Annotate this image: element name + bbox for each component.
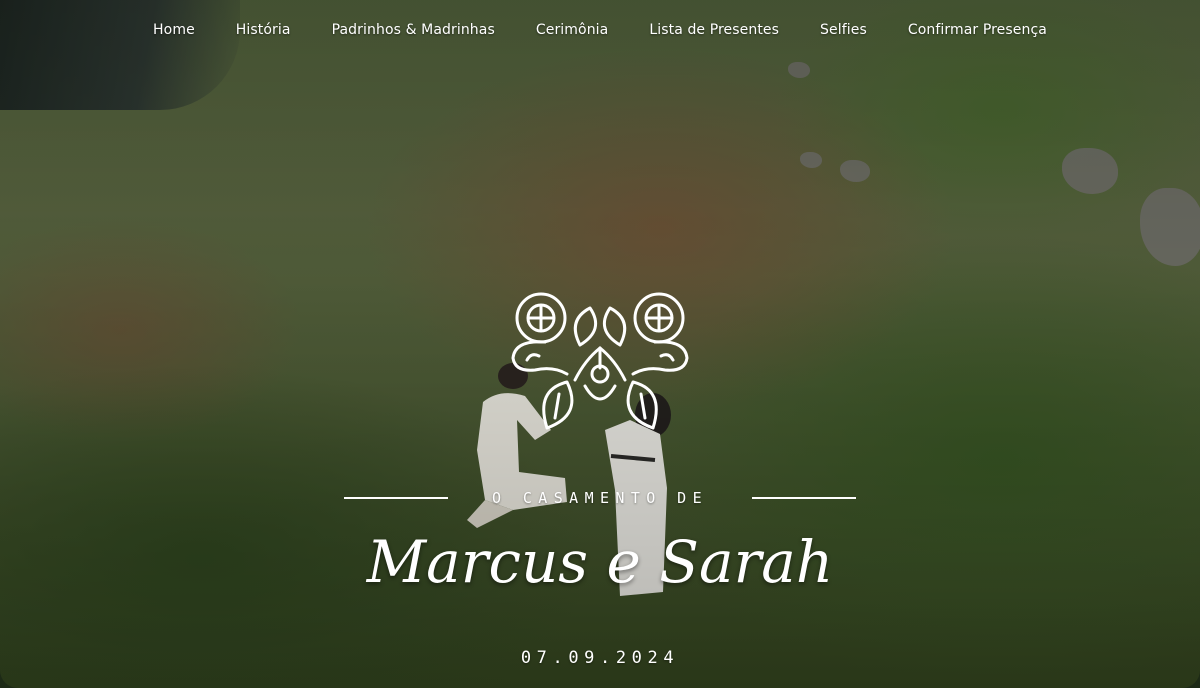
subtitle-row: O CASAMENTO DE (344, 487, 856, 509)
divider-right (752, 497, 856, 499)
nav-lista-presentes[interactable]: Lista de Presentes (649, 22, 779, 38)
nav-selfies[interactable]: Selfies (820, 22, 867, 38)
nav-confirmar-presenca[interactable]: Confirmar Presença (908, 22, 1047, 38)
divider-left (344, 497, 448, 499)
couple-names: Marcus e Sarah (366, 528, 834, 596)
nav-home[interactable]: Home (153, 22, 195, 38)
wedding-subtitle: O CASAMENTO DE (491, 489, 709, 507)
nav-cerimonia[interactable]: Cerimônia (536, 22, 608, 38)
hero-section: Home História Padrinhos & Madrinhas Ceri… (0, 0, 1200, 688)
nav-historia[interactable]: História (236, 22, 291, 38)
floral-emblem-icon (511, 292, 689, 430)
wedding-date: 07.09.2024 (520, 648, 680, 668)
top-nav: Home História Padrinhos & Madrinhas Ceri… (0, 22, 1200, 38)
nav-padrinhos[interactable]: Padrinhos & Madrinhas (332, 22, 495, 38)
